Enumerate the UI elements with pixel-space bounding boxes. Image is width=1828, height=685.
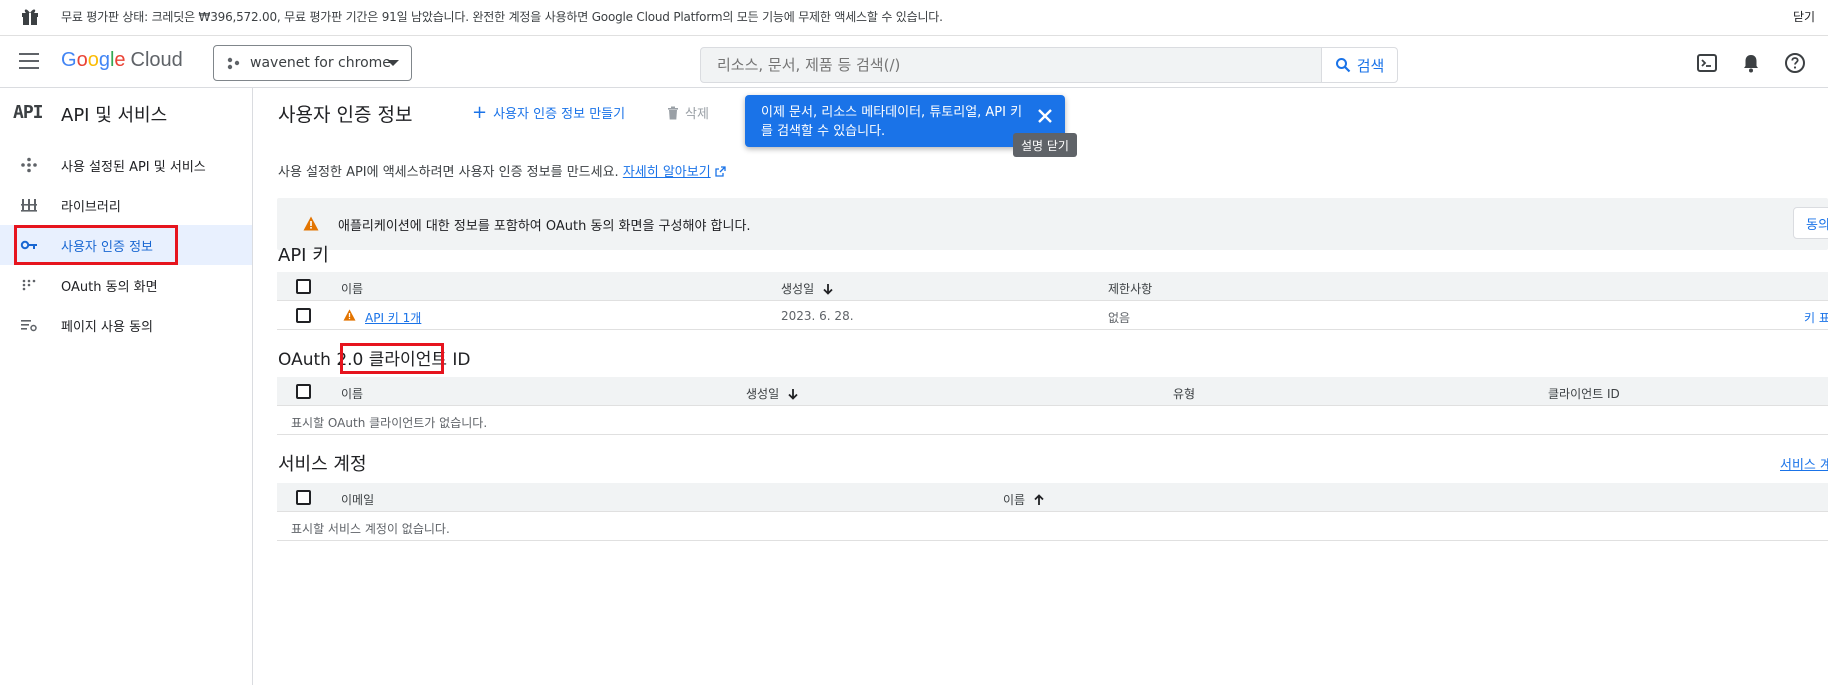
api-key-restrictions: 없음 [1108,311,1131,325]
column-header-type: 유형 [1173,387,1196,401]
sidebar-item-credentials[interactable]: 사용자 인증 정보 [0,225,252,265]
api-logo: API [13,102,43,123]
google-cloud-logo[interactable]: Google Cloud [61,49,183,72]
row-checkbox[interactable] [296,308,311,323]
warning-icon [303,216,319,231]
close-icon[interactable] [1037,108,1053,124]
intro-text: 사용 설정한 API에 액세스하려면 사용자 인증 정보를 만드세요. 자세히 … [278,161,726,180]
column-header-restrictions: 제한사항 [1108,282,1153,296]
column-header-name[interactable]: 이름 [1003,491,1045,508]
column-header-created[interactable]: 생성일 [781,280,834,297]
settings-list-icon [21,320,37,332]
close-tooltip-label: 설명 닫기 [1013,133,1077,157]
sidebar-item-label: 라이브러리 [61,199,121,215]
select-all-checkbox[interactable] [296,279,311,294]
table-row: API 키 1개 2023. 6. 28. 없음 키 표시 [277,301,1828,330]
project-name: wavenet for chrome [250,55,391,71]
sidebar: API API 및 서비스 사용 설정된 API 및 서비스 라이브러리 사용자… [0,88,253,685]
column-header-created[interactable]: 생성일 [746,385,799,402]
learn-more-link[interactable]: 자세히 알아보기 [623,165,711,180]
main-menu-icon[interactable] [19,53,39,69]
create-credentials-button[interactable]: + 사용자 인증 정보 만들기 [472,103,625,122]
oauth-title: OAuth 2.0 클라이언트 ID [278,350,471,370]
chevron-down-icon [387,60,399,66]
trial-message: 무료 평가판 상태: 크레딧은 ₩396,572.00, 무료 평가판 기간은 … [61,10,943,24]
column-header-name[interactable]: 이름 [341,280,363,297]
warning-icon [343,309,356,321]
oauth-table: 이름 생성일 유형 클라이언트 ID 표시할 OAuth 클라이언트가 없습니다… [277,377,1828,435]
create-credentials-label: 사용자 인증 정보 만들기 [493,107,626,122]
api-keys-title: API 키 [278,245,329,266]
page-title: 사용자 인증 정보 [278,104,413,126]
external-link-icon [715,166,726,177]
arrow-up-icon [1034,494,1044,505]
key-icon [20,240,37,250]
sidebar-item-oauth-consent[interactable]: OAuth 동의 화면 [0,265,252,305]
top-header: GoogleCloud wavenet for chrome 검색 [0,36,1828,88]
oauth-warning-banner: 애플리케이션에 대한 정보를 포함하여 OAuth 동의 화면을 구성해야 합니… [277,198,1828,250]
delete-label: 삭제 [685,107,709,122]
show-key-link[interactable]: 키 표시 [1804,309,1828,326]
cloud-shell-icon[interactable] [1696,52,1718,74]
search-button[interactable]: 검색 [1321,47,1398,83]
sidebar-item-label: 사용 설정된 API 및 서비스 [61,159,206,175]
select-all-checkbox[interactable] [296,384,311,399]
service-accounts-table: 이메일 이름 표시할 서비스 계정이 없습니다. [277,483,1828,541]
arrow-down-icon [823,284,833,295]
api-keys-table: 이름 생성일 제한사항 API 키 1개 2023. 6. 28. 없음 키 표… [277,272,1828,330]
notifications-bell-icon[interactable] [1740,52,1762,74]
plus-icon: + [472,101,488,123]
configure-consent-screen-button[interactable]: 동의 화면 구성 [1793,207,1828,239]
table-header: 이메일 이름 [277,483,1828,512]
trash-icon [668,106,678,119]
diamond-dots-icon [21,157,37,173]
tooltip-text: 이제 문서, 리소스 메타데이터, 튜토리얼, API 키를 검색할 수 있습니… [761,105,1023,139]
project-dots-icon [227,57,240,70]
dot-grid-icon [22,279,36,291]
column-header-email[interactable]: 이메일 [341,491,374,508]
arrow-down-icon [788,389,798,400]
sidebar-item-label: 페이지 사용 동의 [61,319,153,335]
search-icon [1335,58,1350,73]
column-header-name[interactable]: 이름 [341,385,363,402]
api-key-created: 2023. 6. 28. [781,309,854,323]
column-header-client-id: 클라이언트 ID [1548,387,1620,401]
project-picker[interactable]: wavenet for chrome [213,45,412,81]
banner-close-button[interactable]: 닫기 [1793,8,1815,25]
help-icon[interactable] [1784,52,1806,74]
select-all-checkbox[interactable] [296,490,311,505]
sidebar-item-label: 사용자 인증 정보 [61,239,153,255]
service-accounts-title: 서비스 계정 [278,454,367,475]
search-button-label: 검색 [1356,56,1385,75]
delete-button[interactable]: 삭제 [667,103,709,122]
manage-service-accounts-link[interactable]: 서비스 계정 관리 [1780,454,1828,473]
table-empty-row: 표시할 서비스 계정이 없습니다. [277,512,1828,541]
sidebar-item-page-usage-agreement[interactable]: 페이지 사용 동의 [0,305,252,345]
trial-banner: 무료 평가판 상태: 크레딧은 ₩396,572.00, 무료 평가판 기간은 … [0,0,1828,36]
empty-message: 표시할 서비스 계정이 없습니다. [291,522,450,536]
sidebar-title: API 및 서비스 [61,105,168,126]
sidebar-item-label: OAuth 동의 화면 [61,279,158,295]
table-empty-row: 표시할 OAuth 클라이언트가 없습니다. [277,406,1828,435]
gift-icon [22,9,38,25]
library-icon [21,199,37,212]
search-input[interactable] [700,47,1322,83]
sidebar-item-library[interactable]: 라이브러리 [0,185,252,225]
sidebar-item-enabled-apis[interactable]: 사용 설정된 API 및 서비스 [0,145,252,185]
table-header: 이름 생성일 제한사항 [277,272,1828,301]
warning-text: 애플리케이션에 대한 정보를 포함하여 OAuth 동의 화면을 구성해야 합니… [338,219,751,234]
empty-message: 표시할 OAuth 클라이언트가 없습니다. [291,416,488,430]
table-header: 이름 생성일 유형 클라이언트 ID [277,377,1828,406]
api-key-name-link[interactable]: API 키 1개 [365,309,421,326]
main-content: 사용자 인증 정보 + 사용자 인증 정보 만들기 삭제 사용 설정한 API에… [253,88,1828,685]
